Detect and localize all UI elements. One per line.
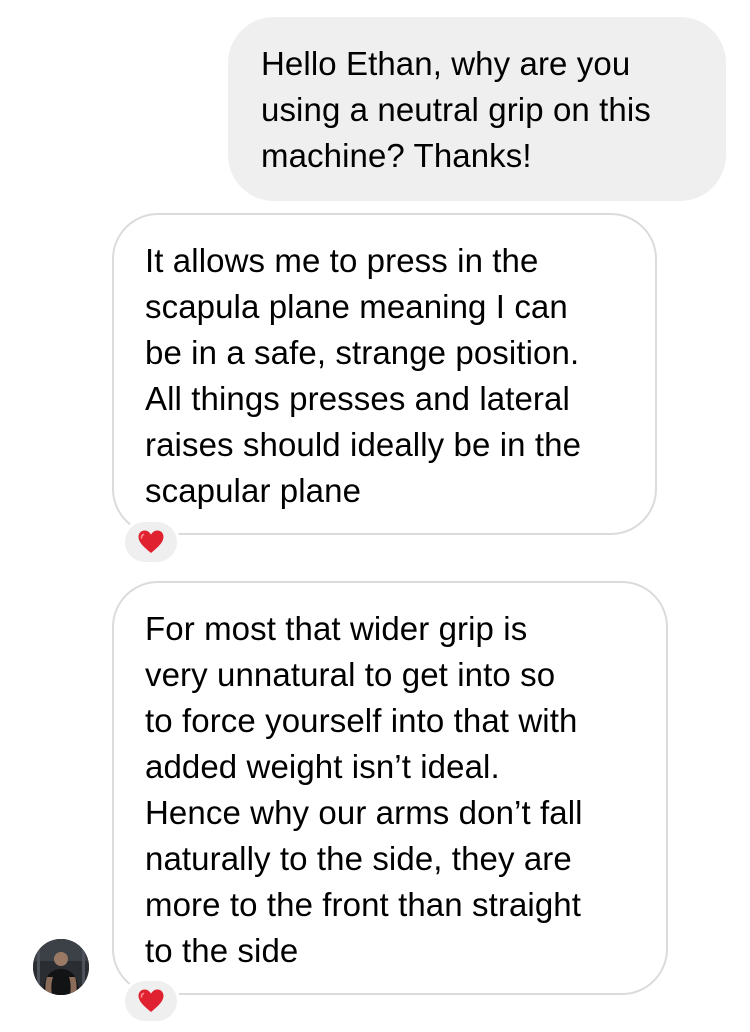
red-heart-icon xyxy=(138,989,164,1012)
received-message-bubble[interactable]: For most that wider grip is very unnatur… xyxy=(112,581,668,995)
heart-reaction[interactable] xyxy=(122,978,180,1024)
avatar[interactable] xyxy=(33,939,89,995)
sent-message-bubble[interactable]: Hello Ethan, why are you using a neutral… xyxy=(228,17,726,201)
heart-reaction[interactable] xyxy=(122,519,180,565)
red-heart-icon xyxy=(138,530,164,553)
received-message-bubble[interactable]: It allows me to press in the scapula pla… xyxy=(112,213,657,535)
avatar-photo xyxy=(33,939,89,995)
